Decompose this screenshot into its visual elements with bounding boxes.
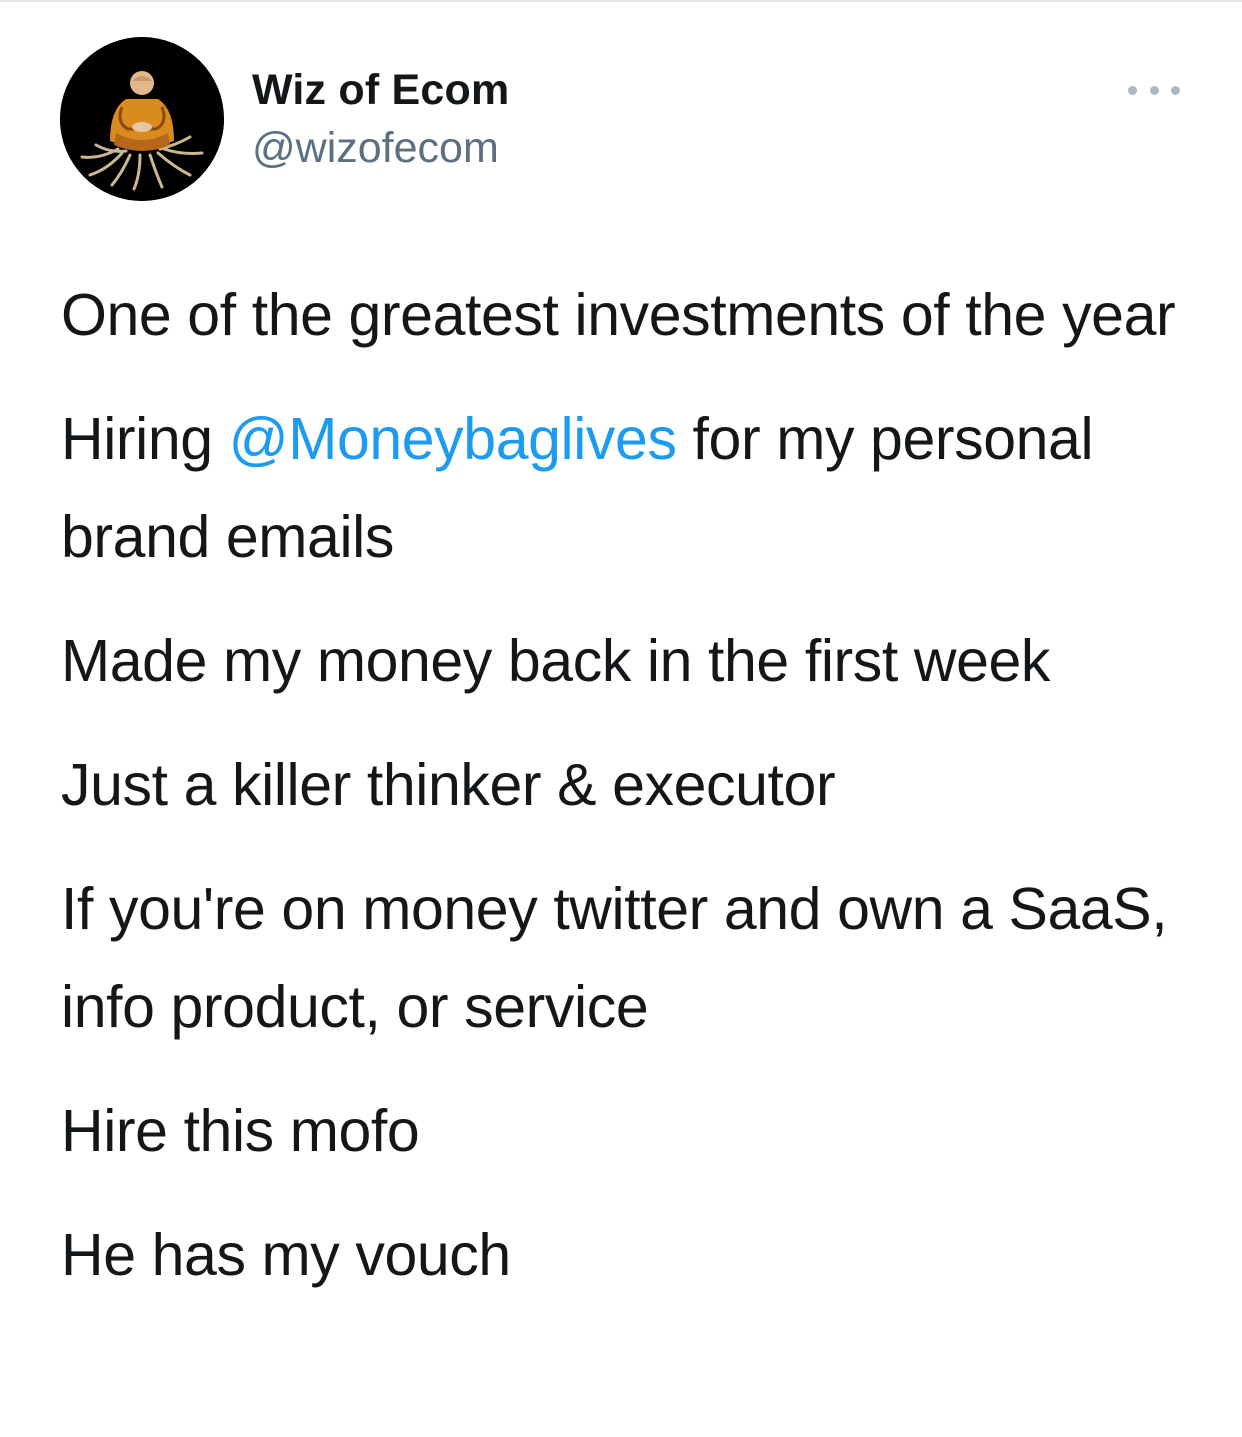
tweet-paragraph: One of the greatest investments of the y… [61,282,1176,348]
meditating-monk-icon [60,37,224,201]
tweet-paragraph: Made my money back in the first week [61,628,1051,694]
tweet-text-segment: Hiring [61,406,229,472]
more-options-icon[interactable] [1128,78,1180,102]
tweet-paragraph: Just a killer thinker & executor [61,752,836,818]
mention-link[interactable]: @Moneybaglives [229,406,677,472]
tweet-paragraph: Hiring @Moneybaglives for my personal br… [61,390,1201,586]
tweet-paragraph: He has my vouch [61,1222,511,1288]
meditating-monk-avatar[interactable] [60,37,224,201]
tweet-paragraph: Hire this mofo [61,1098,420,1164]
author-display-name[interactable]: Wiz of Ecom [252,62,509,118]
more-dot [1128,85,1137,95]
more-dot [1171,85,1180,95]
tweet-text: One of the greatest investments of the y… [61,266,1201,1330]
more-dot [1149,85,1159,95]
top-divider [0,0,1242,2]
tweet-paragraph: If you're on money twitter and own a Saa… [61,876,1168,1040]
author-handle[interactable]: @wizofecom [252,120,499,176]
